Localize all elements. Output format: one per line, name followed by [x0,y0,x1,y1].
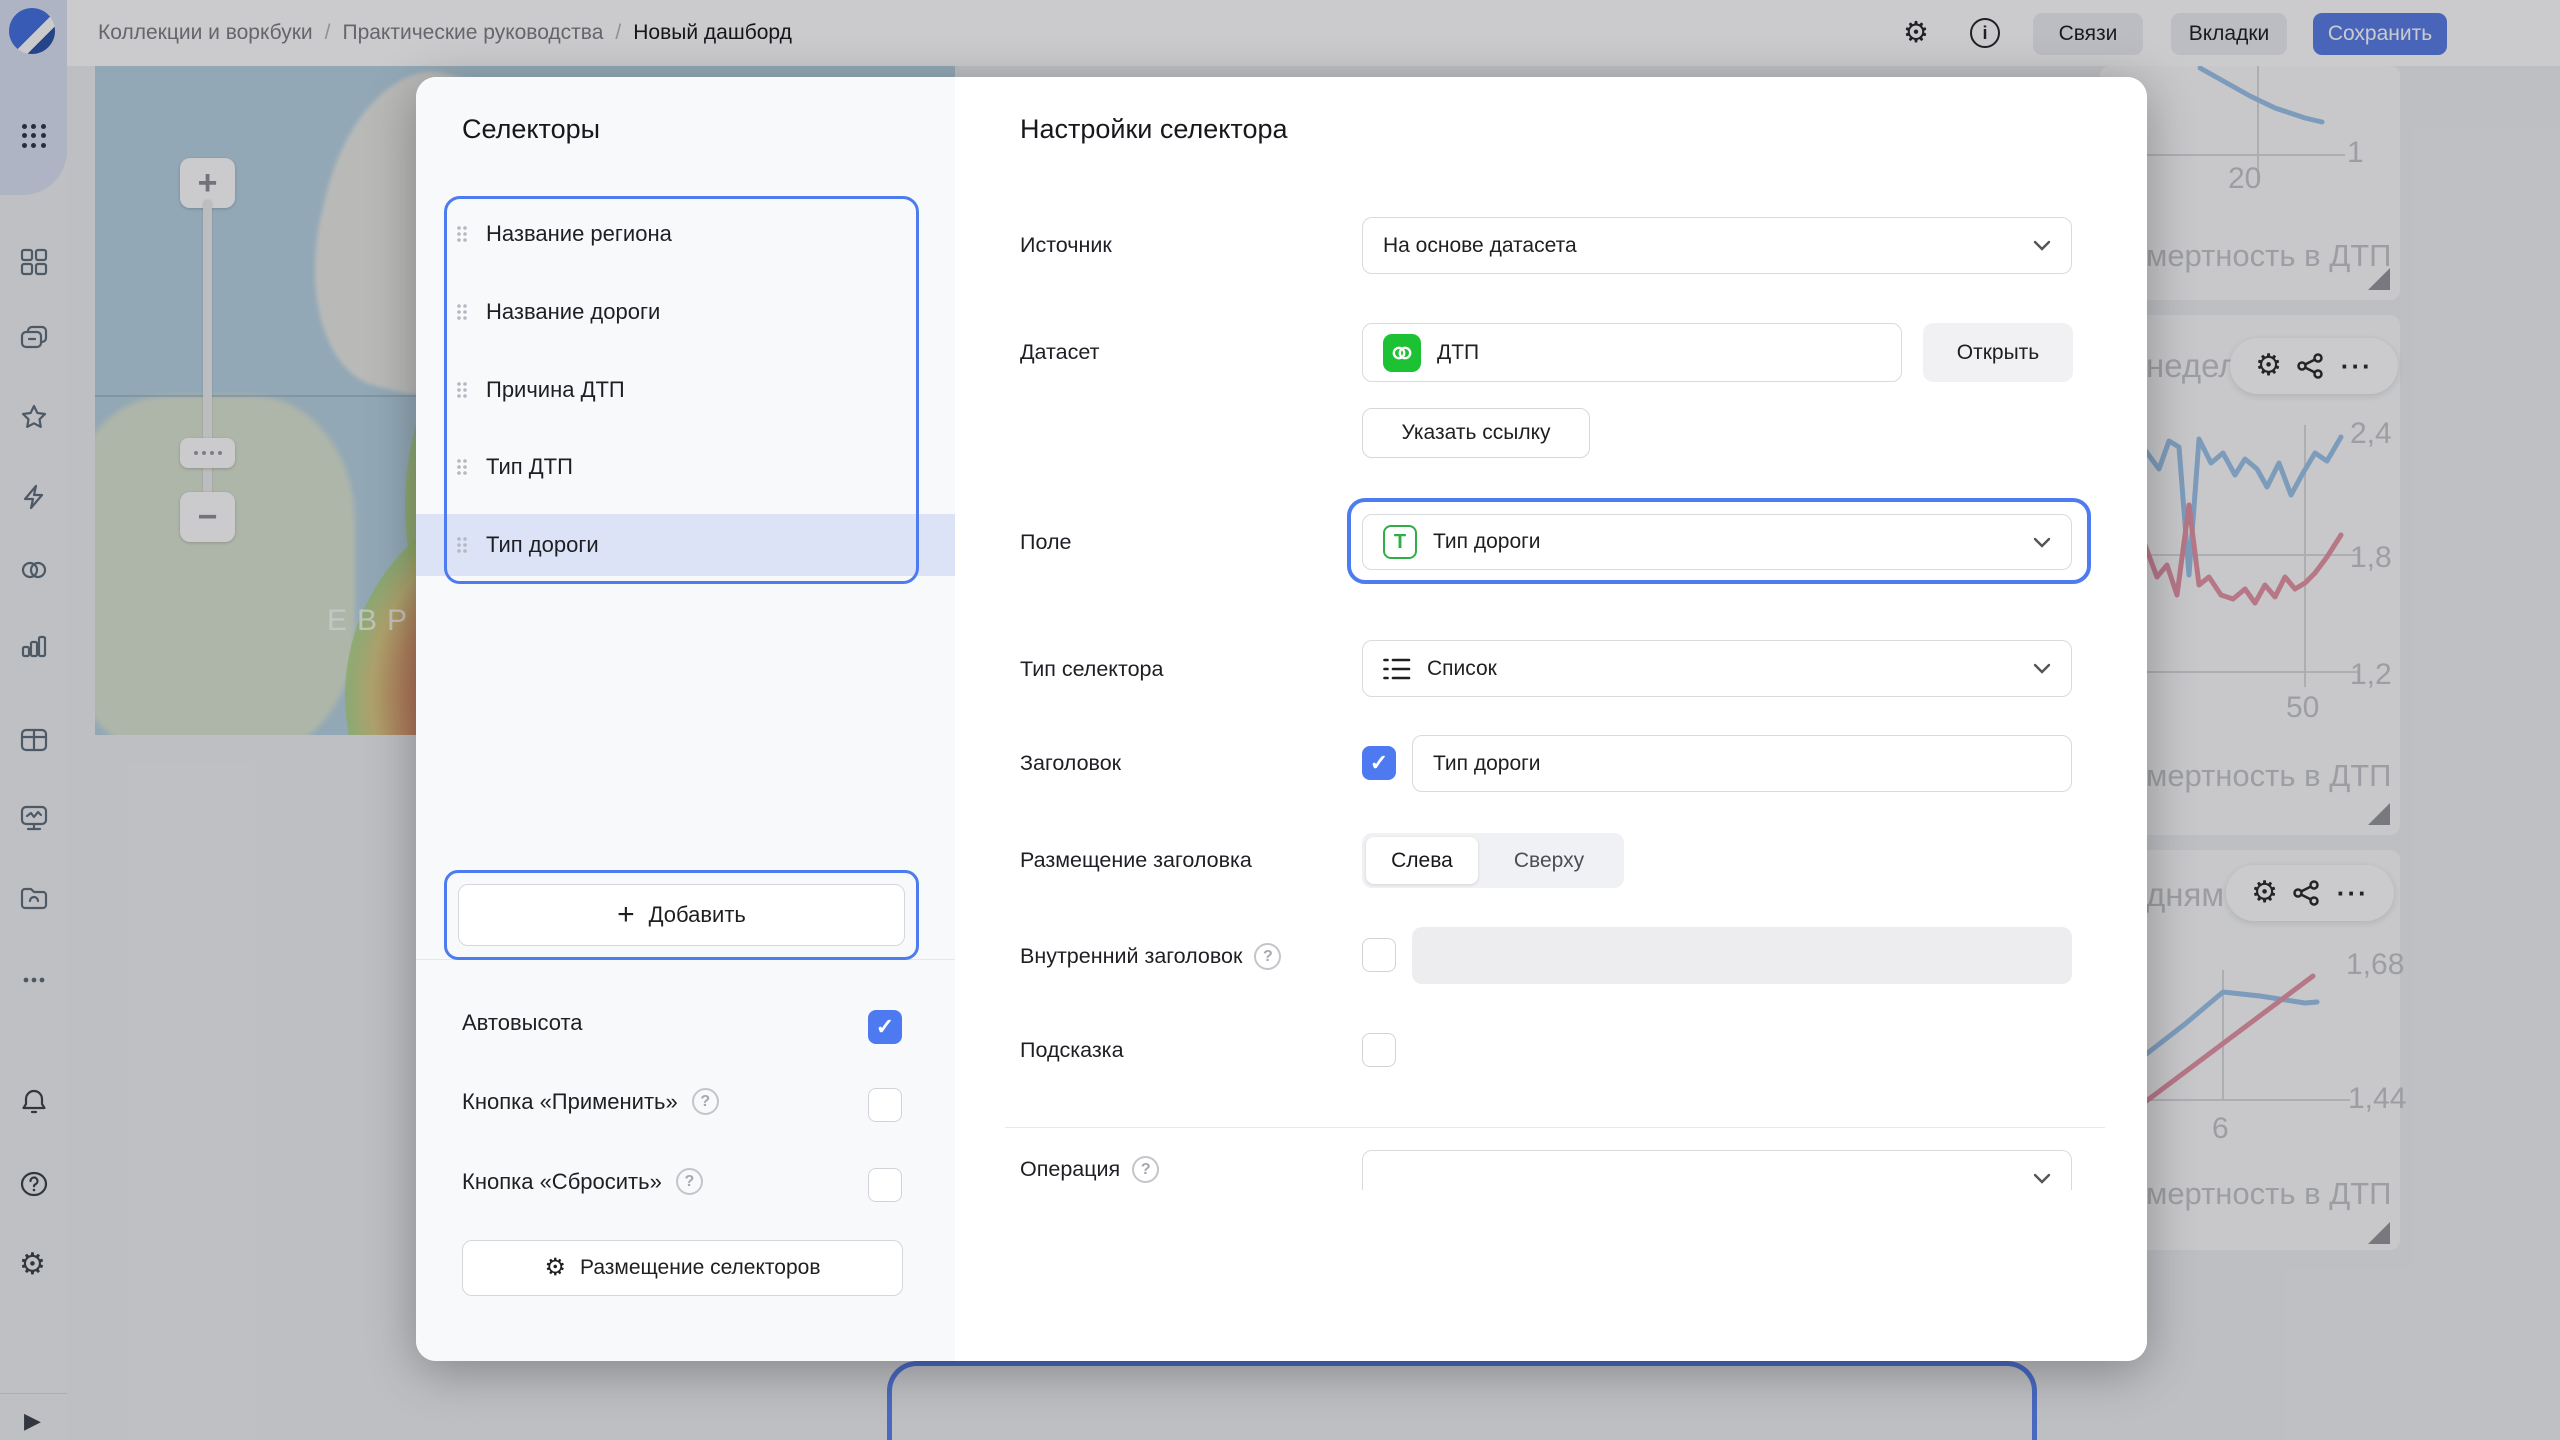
selectors-panel: Селекторы Название региона Название доро… [416,77,955,1361]
title-placement-label: Размещение заголовка [1020,848,1252,873]
selectors-placement-button[interactable]: ⚙ Размещение селекторов [462,1240,903,1296]
selector-type-select[interactable]: Список [1362,640,2072,697]
selectors-panel-title: Селекторы [462,114,600,145]
source-label: Источник [1020,233,1112,258]
chevron-down-icon [2033,240,2051,251]
inner-title-label: Внутренний заголовок ? [1020,943,1281,970]
reset-button-checkbox[interactable] [868,1168,902,1202]
source-select[interactable]: На основе датасета [1362,217,2072,274]
check-icon: ✓ [876,1014,894,1040]
selector-item-label: Причина ДТП [486,377,625,403]
check-icon: ✓ [1370,750,1388,776]
app: Коллекции и воркбуки / Практические руко… [0,0,2560,1440]
selector-type-label: Тип селектора [1020,657,1163,682]
selector-item-label: Тип дороги [486,532,599,558]
selector-item[interactable]: Название дороги [456,292,916,332]
selector-item-label: Тип ДТП [486,454,573,480]
title-checkbox[interactable]: ✓ [1362,746,1396,780]
title-input[interactable]: Тип дороги [1412,735,2072,792]
dataset-icon [1383,334,1421,372]
drag-handle-icon[interactable] [456,536,468,554]
hint-checkbox[interactable] [1362,1033,1396,1067]
title-placement-segmented: Слева Сверху [1362,833,1624,888]
selector-item[interactable]: Название региона [456,214,916,254]
add-selector-button[interactable]: + Добавить [458,884,905,946]
string-type-icon: T [1383,525,1417,559]
plus-icon: + [617,900,635,930]
apply-button-label: Кнопка «Применить» ? [462,1088,719,1115]
apply-button-checkbox[interactable] [868,1088,902,1122]
open-dataset-button[interactable]: Открыть [1923,323,2073,382]
operation-row-clipped: Операция ? [955,1128,2147,1190]
selector-settings-panel: Настройки селектора ✕ Источник На основе… [955,77,2147,1361]
drag-handle-icon[interactable] [456,381,468,399]
selector-item-label: Название дороги [486,299,660,325]
selector-settings-modal: Селекторы Название региона Название доро… [416,77,2147,1361]
question-icon[interactable]: ? [676,1168,703,1195]
list-icon [1383,656,1411,682]
gear-icon: ⚙ [545,1256,567,1280]
autoheight-checkbox[interactable]: ✓ [868,1010,902,1044]
reset-button-label: Кнопка «Сбросить» ? [462,1168,703,1195]
chevron-down-icon [2033,663,2051,674]
field-label: Поле [1020,530,1071,555]
inner-title-input-disabled [1412,927,2072,984]
question-icon[interactable]: ? [1132,1156,1159,1183]
question-icon[interactable]: ? [692,1088,719,1115]
inner-title-checkbox[interactable] [1362,938,1396,972]
drag-handle-icon[interactable] [456,225,468,243]
dataset-label: Датасет [1020,340,1099,365]
question-icon[interactable]: ? [1254,943,1281,970]
autoheight-label: Автовысота [462,1010,583,1036]
settings-panel-title: Настройки селектора [1020,114,1288,145]
operation-select[interactable] [1362,1150,2072,1190]
selector-item[interactable]: Тип ДТП [456,447,916,487]
selector-item[interactable]: Причина ДТП [456,370,916,410]
placement-option-top[interactable]: Сверху [1478,849,1620,873]
selector-item-label: Название региона [486,221,672,247]
chevron-down-icon [2033,537,2051,548]
dataset-field[interactable]: ДТП [1362,323,1902,382]
selector-item-selected[interactable]: Тип дороги [456,525,916,565]
drag-handle-icon[interactable] [456,458,468,476]
operation-label: Операция ? [1020,1156,1159,1183]
placement-option-left[interactable]: Слева [1366,837,1478,884]
field-select[interactable]: T Тип дороги [1362,514,2072,570]
drag-handle-icon[interactable] [456,303,468,321]
title-label: Заголовок [1020,751,1121,776]
chevron-down-icon [2033,1173,2051,1184]
hint-label: Подсказка [1020,1038,1124,1063]
specify-link-button[interactable]: Указать ссылку [1362,408,1590,458]
